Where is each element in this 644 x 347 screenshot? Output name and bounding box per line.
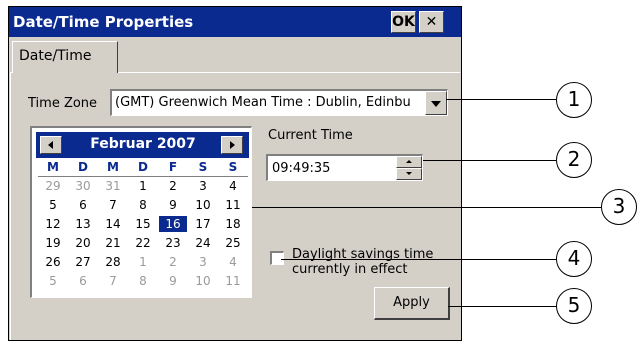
calendar-day[interactable]: 1 [129,178,157,194]
calendar-day[interactable]: 14 [99,216,127,232]
time-zone-dropdown[interactable]: (GMT) Greenwich Mean Time : Dublin, Edin… [110,89,448,116]
callout-line-2 [423,160,556,161]
calendar-day[interactable]: 7 [99,197,127,213]
calendar-day[interactable]: 5 [39,197,67,213]
ok-button[interactable]: OK [391,11,416,33]
weekday-header: D [138,160,148,174]
callout-line-4 [281,259,556,260]
weekday-header: F [168,160,178,174]
calendar-day[interactable]: 6 [69,197,97,213]
calendar-day[interactable]: 2 [159,178,187,194]
title-bar: Date/Time Properties OK ✕ [9,7,461,37]
window-title: Date/Time Properties [13,13,194,31]
calendar-day[interactable]: 10 [189,273,217,289]
calendar-day[interactable]: 11 [219,273,247,289]
calendar-day[interactable]: 21 [99,235,127,251]
current-time-value: 09:49:35 [272,161,331,176]
calendar-day[interactable]: 16 [159,216,187,232]
calendar-day[interactable]: 20 [69,235,97,251]
weekday-header: S [198,160,208,174]
calendar-day[interactable]: 27 [69,254,97,270]
calendar-day[interactable]: 7 [99,273,127,289]
time-zone-label: Time Zone [28,96,98,111]
previous-month-button[interactable] [40,136,62,154]
calendar-day[interactable]: 4 [219,178,247,194]
calendar-day[interactable]: 28 [99,254,127,270]
calendar-day[interactable]: 5 [39,273,67,289]
weekday-header: M [107,160,119,174]
calendar-day[interactable]: 8 [129,273,157,289]
calendar-day[interactable]: 23 [159,235,187,251]
calendar-day[interactable]: 22 [129,235,157,251]
calendar-day[interactable]: 19 [39,235,67,251]
calendar-day[interactable]: 24 [189,235,217,251]
calendar-day[interactable]: 31 [99,178,127,194]
callout-2: 2 [556,142,592,178]
weekday-header: D [78,160,88,174]
calendar-day[interactable]: 30 [69,178,97,194]
calendar-day[interactable]: 17 [189,216,217,232]
time-spin-up-button[interactable] [396,156,422,168]
callout-3: 3 [601,189,637,225]
calendar: Februar 2007 MDMDFSS 29 30 31 1 2 3 4 5 6 7 8 9 10 11… [30,126,252,298]
calendar-day[interactable]: 3 [189,178,217,194]
time-spin-down-button[interactable] [396,168,422,180]
callout-line-3 [252,207,601,208]
current-time-label: Current Time [268,128,353,143]
time-zone-value: (GMT) Greenwich Mean Time : Dublin, Edin… [115,95,411,110]
calendar-day[interactable]: 6 [69,273,97,289]
apply-button[interactable]: Apply [374,287,450,320]
tab-date-time[interactable]: Date/Time [12,41,118,73]
daylight-savings-checkbox[interactable] [270,251,284,265]
close-button[interactable]: ✕ [419,11,444,33]
callout-1: 1 [556,82,592,118]
calendar-day[interactable]: 9 [159,197,187,213]
calendar-day[interactable]: 11 [219,197,247,213]
calendar-day[interactable]: 13 [69,216,97,232]
callout-line-1 [446,99,556,100]
next-month-button[interactable] [221,136,243,154]
chevron-down-icon[interactable] [425,91,447,115]
calendar-day[interactable]: 3 [189,254,217,270]
calendar-day[interactable]: 25 [219,235,247,251]
calendar-day[interactable]: 29 [39,178,67,194]
calendar-day[interactable]: 1 [129,254,157,270]
calendar-day[interactable]: 12 [39,216,67,232]
current-time-field[interactable]: 09:49:35 [266,154,423,181]
callout-line-5 [448,306,556,307]
calendar-day[interactable]: 4 [219,254,247,270]
weekday-header: S [228,160,238,174]
calendar-day[interactable]: 9 [159,273,187,289]
daylight-savings-label: Daylight savings time currently in effec… [292,247,433,277]
calendar-day[interactable]: 26 [39,254,67,270]
weekday-header-row: MDMDFSS [38,160,248,177]
calendar-header: Februar 2007 [36,132,249,158]
weekday-header: M [47,160,59,174]
calendar-day[interactable]: 18 [219,216,247,232]
calendar-day[interactable]: 2 [159,254,187,270]
calendar-day[interactable]: 8 [129,197,157,213]
daylight-label-line-2: currently in effect [292,262,408,277]
callout-4: 4 [556,241,592,277]
callout-5: 5 [556,288,592,324]
calendar-day[interactable]: 10 [189,197,217,213]
calendar-month-label: Februar 2007 [90,136,196,152]
tab-label: Date/Time [19,48,92,64]
calendar-day[interactable]: 15 [129,216,157,232]
